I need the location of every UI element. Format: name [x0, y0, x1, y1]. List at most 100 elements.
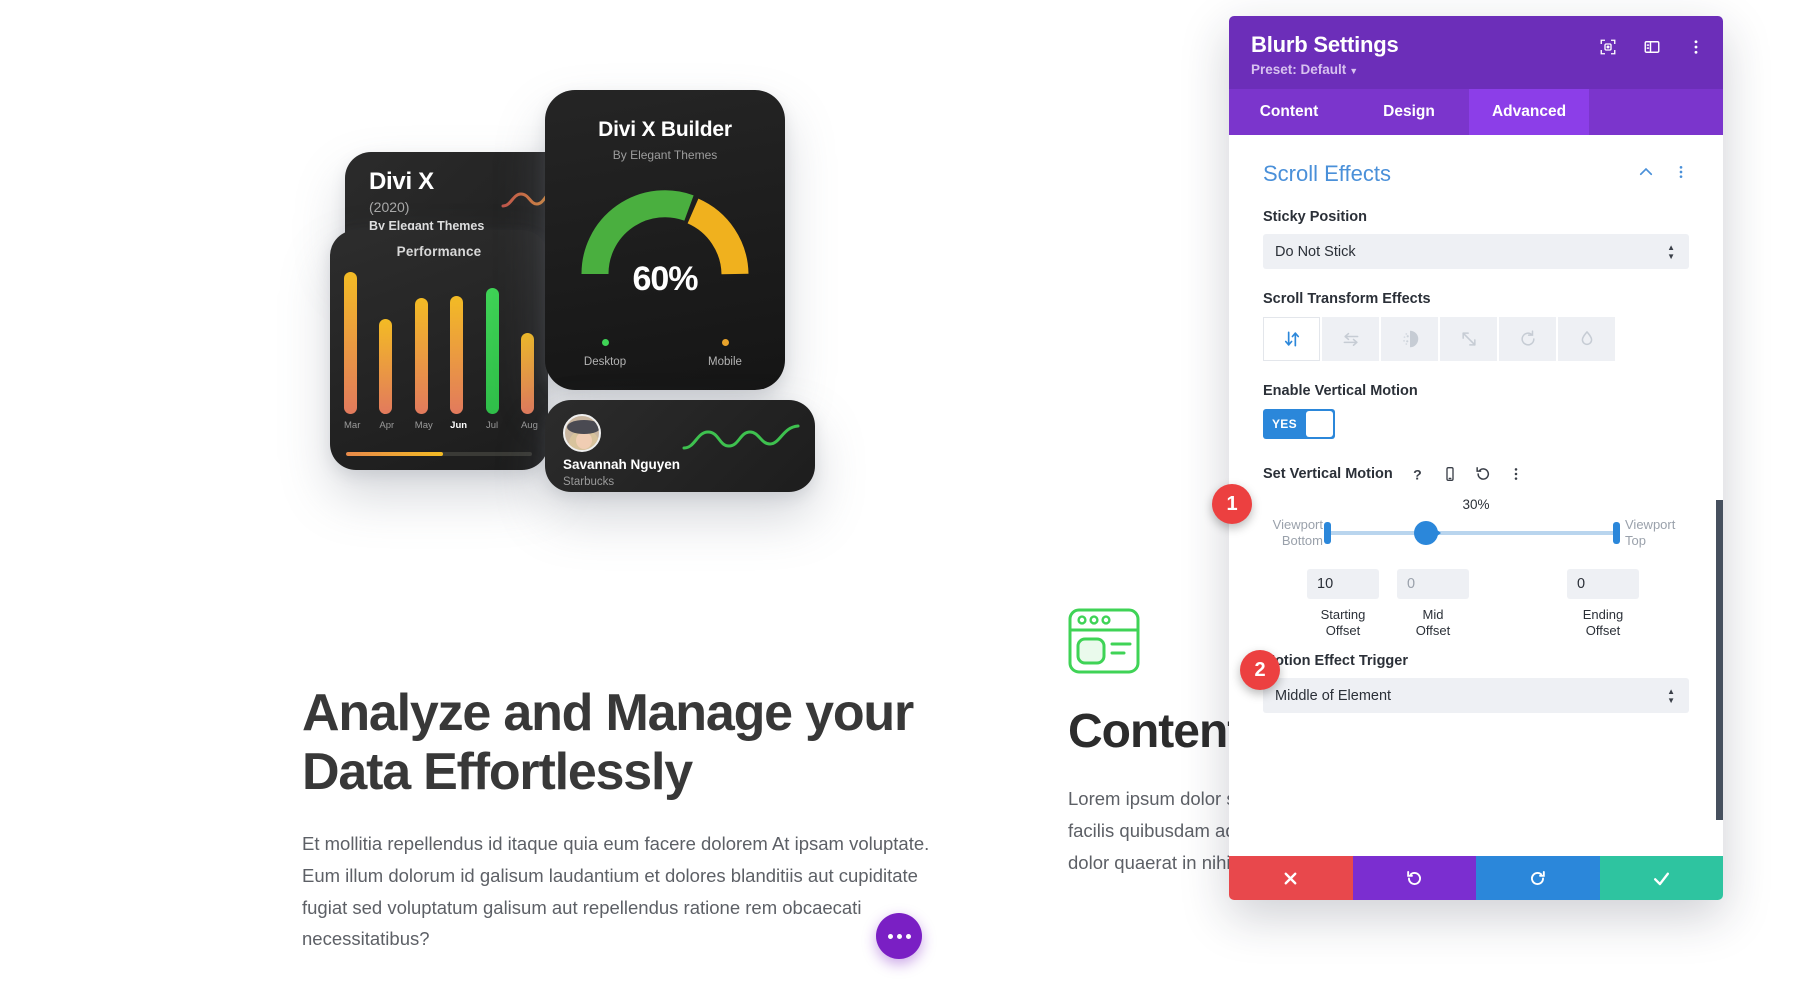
chevron-up-icon[interactable] — [1637, 163, 1655, 186]
ending-offset-label: Ending Offset — [1582, 607, 1624, 639]
redo-button[interactable] — [1476, 856, 1600, 900]
more-vertical-icon[interactable] — [1687, 38, 1705, 56]
undo-button[interactable] — [1352, 856, 1476, 900]
vertical-motion-icon[interactable] — [1263, 317, 1320, 361]
scroll-effects-section-header: Scroll Effects — [1263, 161, 1689, 187]
layout-browser-icon — [1068, 608, 1140, 674]
screen: Divi X (2020) By Elegant Themes Performa… — [0, 0, 1800, 996]
gauge-chart: 60% — [581, 180, 749, 298]
gauge-legend: Desktop Mobile — [565, 339, 765, 368]
focus-icon[interactable] — [1599, 38, 1617, 56]
sticky-position-select[interactable]: Do Not Stick ▲ ▼ — [1263, 234, 1689, 269]
starting-offset-field[interactable] — [1307, 569, 1379, 599]
tab-content[interactable]: Content — [1229, 89, 1349, 135]
starting-offset-label: Starting Offset — [1320, 607, 1366, 639]
legend-label: Desktop — [583, 356, 627, 368]
cancel-button[interactable] — [1229, 856, 1353, 900]
legend-label: Mobile — [708, 356, 742, 368]
modal-body: Scroll Effects Sticky Position Do Not St… — [1229, 135, 1723, 856]
enable-vertical-motion-toggle[interactable]: YES — [1263, 409, 1335, 439]
month-label: Apr — [379, 420, 395, 431]
rotate-icon[interactable] — [1499, 317, 1556, 361]
mid-offset-label: Mid Offset — [1415, 607, 1451, 639]
mid-offset-field[interactable] — [1397, 569, 1469, 599]
modal-header: Blurb Settings Preset: Default ▼ — [1229, 16, 1723, 89]
slider-right-label: Viewport Top — [1625, 517, 1676, 549]
modal-footer — [1229, 856, 1723, 900]
slider-end-cap — [1613, 522, 1620, 544]
scale-icon[interactable] — [1440, 317, 1497, 361]
vertical-motion-slider[interactable]: 30% Viewport Bottom Viewport Top — [1263, 497, 1689, 557]
avatar — [563, 414, 601, 452]
performance-title: Performance — [396, 244, 482, 259]
slider-left-label: Viewport Bottom — [1272, 517, 1323, 549]
select-arrows-icon: ▲ ▼ — [1667, 242, 1675, 261]
annotation-badge-1: 1 — [1212, 484, 1252, 524]
tab-advanced[interactable]: Advanced — [1469, 89, 1589, 135]
page-title: Analyze and Manage your Data Effortlessl… — [302, 684, 914, 802]
sticky-position-label: Sticky Position — [1263, 209, 1367, 225]
mobile-dot-icon — [721, 339, 729, 346]
help-icon[interactable]: ? — [1409, 466, 1426, 483]
set-vertical-motion-row: Set Vertical Motion ? — [1263, 465, 1689, 483]
month-label: Jun — [450, 420, 468, 431]
slider-start-cap — [1324, 522, 1331, 544]
toggle-knob — [1305, 411, 1333, 437]
page-body-text: Et mollitia repellendus id itaque quia e… — [302, 833, 930, 950]
divi-x-builder-card: Divi X Builder By Elegant Themes 60% Des… — [545, 90, 785, 390]
fade-icon[interactable] — [1381, 317, 1438, 361]
mobile-icon[interactable] — [1442, 466, 1458, 482]
modal-scrollbar[interactable] — [1716, 500, 1723, 820]
month-label: Jul — [485, 420, 499, 431]
layout-panel-icon[interactable] — [1643, 38, 1661, 56]
performance-month-labels: Mar Apr May Jun Jul Aug — [344, 420, 538, 431]
motion-effect-trigger-value: Middle of Element — [1275, 687, 1392, 704]
section-more-vertical-icon[interactable] — [1673, 164, 1689, 185]
modal-tabs: Content Design Advanced — [1229, 89, 1723, 135]
hero-illustration: Divi X (2020) By Elegant Themes Performa… — [300, 90, 960, 580]
horizontal-motion-icon[interactable] — [1322, 317, 1379, 361]
performance-card: Performance Mar Apr May Jun Jul Aug — [330, 230, 548, 470]
offset-fields: StartingOffset MidOffset EndingOffset — [1263, 569, 1689, 639]
person-card: Savannah Nguyen Starbucks — [545, 400, 815, 492]
motion-effect-trigger-select[interactable]: Middle of Element ▲ ▼ — [1263, 678, 1689, 713]
select-arrows-icon: ▲ ▼ — [1667, 686, 1675, 705]
more-options-fab[interactable] — [876, 913, 922, 959]
tab-design[interactable]: Design — [1349, 89, 1469, 135]
month-label: May — [414, 420, 433, 431]
performance-bars — [344, 272, 534, 414]
scroll-transform-effects-label: Scroll Transform Effects — [1263, 291, 1431, 307]
set-vertical-motion-label: Set Vertical Motion — [1263, 466, 1393, 482]
ending-offset-field[interactable] — [1567, 569, 1639, 599]
motion-effect-trigger-label: Motion Effect Trigger — [1263, 653, 1408, 669]
reset-icon[interactable] — [1474, 465, 1492, 483]
desktop-dot-icon — [601, 339, 609, 346]
set-motion-more-vertical-icon[interactable] — [1508, 466, 1524, 482]
slider-percent-label: 30% — [1462, 497, 1490, 512]
preset-label: Preset: Default — [1251, 62, 1347, 77]
modal-header-icons — [1599, 38, 1705, 56]
sticky-position-value: Do Not Stick — [1275, 243, 1356, 260]
enable-vertical-motion-label: Enable Vertical Motion — [1263, 383, 1418, 399]
person-company: Starbucks — [563, 476, 615, 488]
builder-author: By Elegant Themes — [612, 148, 718, 162]
divi-x-title: Divi X — [369, 168, 434, 195]
blur-icon[interactable] — [1558, 317, 1615, 361]
green-sparkline-icon — [681, 422, 801, 461]
person-name: Savannah Nguyen — [563, 457, 681, 472]
builder-title: Divi X Builder — [598, 118, 732, 141]
slider-handle[interactable] — [1413, 521, 1438, 545]
preset-selector[interactable]: Preset: Default ▼ — [1251, 62, 1701, 77]
month-label: Aug — [520, 420, 538, 431]
gauge-percent: 60% — [632, 260, 698, 298]
performance-progress-track — [346, 452, 532, 456]
toggle-value: YES — [1272, 417, 1297, 431]
svg-text:?: ? — [1413, 467, 1422, 483]
section-title: Scroll Effects — [1263, 161, 1391, 186]
divi-x-year: (2020) — [369, 199, 410, 215]
chevron-down-icon: ▼ — [1349, 66, 1359, 76]
slider-track[interactable] — [1324, 521, 1620, 545]
month-label: Mar — [344, 420, 361, 431]
scroll-transform-effects-row — [1263, 317, 1689, 361]
save-button[interactable] — [1599, 856, 1723, 900]
